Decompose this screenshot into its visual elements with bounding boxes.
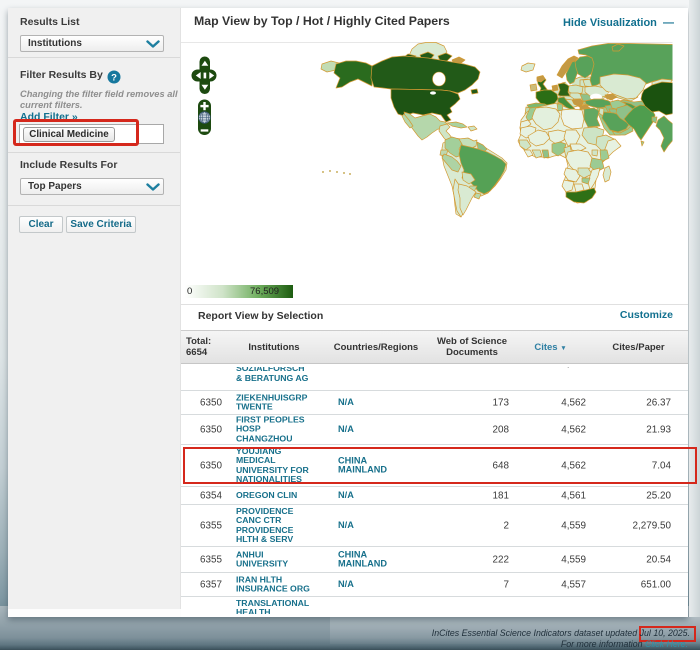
svg-text:?: ? <box>111 73 117 84</box>
